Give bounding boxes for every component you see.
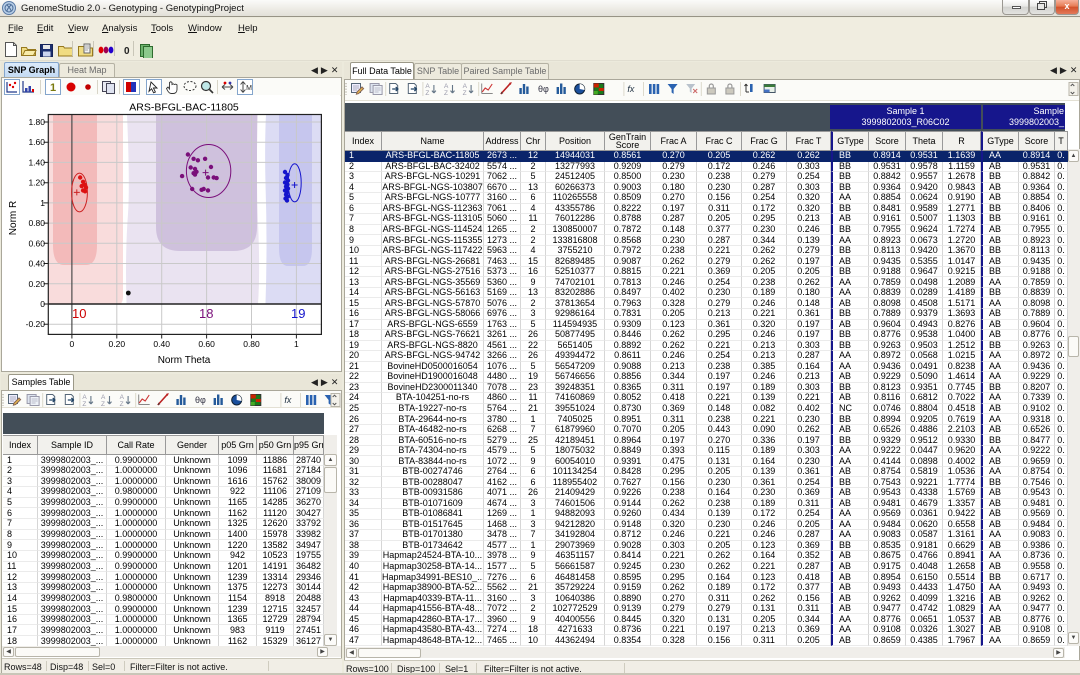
- svg-text:A: A: [425, 83, 430, 90]
- svg-text:0.20: 0.20: [109, 339, 126, 349]
- svg-text:1.20: 1.20: [28, 178, 45, 188]
- svg-text:A: A: [444, 83, 449, 90]
- svg-text:0.60: 0.60: [198, 339, 215, 349]
- svg-text:Norm R: Norm R: [8, 201, 19, 235]
- svg-text:0.60: 0.60: [28, 238, 45, 248]
- svg-text:0: 0: [124, 46, 130, 57]
- svg-text:Z: Z: [444, 90, 448, 97]
- svg-text:A: A: [463, 83, 468, 90]
- svg-text:A: A: [82, 394, 87, 401]
- svg-text:ARS-BFGL-BAC-11805: ARS-BFGL-BAC-11805: [129, 102, 239, 114]
- svg-text:0.20: 0.20: [28, 279, 45, 289]
- svg-text:0: 0: [70, 339, 75, 349]
- svg-text:0.40: 0.40: [153, 339, 170, 349]
- svg-text:-0.20: -0.20: [26, 319, 46, 329]
- svg-text:18: 18: [199, 306, 213, 321]
- svg-text:θφ: θφ: [538, 84, 549, 94]
- svg-text:A: A: [120, 394, 125, 401]
- svg-text:fx: fx: [284, 395, 292, 405]
- svg-text:1: 1: [50, 82, 56, 94]
- svg-text:1.80: 1.80: [28, 117, 45, 127]
- svg-text:1.60: 1.60: [28, 137, 45, 147]
- svg-text:Norm Theta: Norm Theta: [158, 355, 211, 366]
- svg-text:Z: Z: [463, 90, 467, 97]
- svg-text:A: A: [101, 394, 106, 401]
- svg-text:fx: fx: [627, 84, 635, 94]
- svg-text:Z: Z: [82, 401, 86, 408]
- svg-text:0.80: 0.80: [28, 218, 45, 228]
- svg-text:Z: Z: [120, 401, 124, 408]
- svg-text:Z: Z: [101, 401, 105, 408]
- svg-text:0.40: 0.40: [28, 259, 45, 269]
- svg-text:Z: Z: [425, 90, 429, 97]
- svg-text:1: 1: [294, 339, 299, 349]
- svg-text:19: 19: [291, 306, 305, 321]
- svg-text:0.80: 0.80: [243, 339, 260, 349]
- svg-text:1.40: 1.40: [28, 157, 45, 167]
- svg-text:0: 0: [40, 299, 45, 309]
- svg-text:1: 1: [40, 198, 45, 208]
- svg-text:θφ: θφ: [195, 395, 206, 405]
- svg-text:M: M: [246, 85, 252, 92]
- svg-text:10: 10: [72, 306, 86, 321]
